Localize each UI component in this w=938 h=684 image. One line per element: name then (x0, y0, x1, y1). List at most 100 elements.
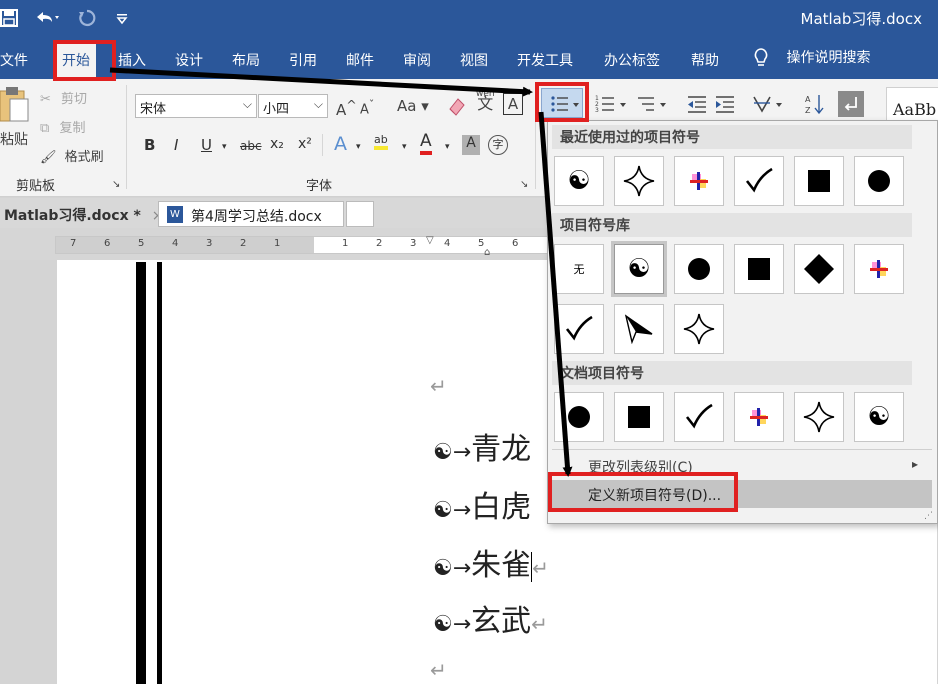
enclose-characters-button[interactable]: 字 (488, 135, 508, 155)
chevron-right-icon: ▸ (911, 457, 918, 471)
bullet-option-color-plus[interactable] (854, 244, 904, 294)
word-doc-icon: W (167, 206, 183, 223)
bullet-option-circle[interactable] (674, 244, 724, 294)
yin-yang-bullet-icon: ☯ (433, 440, 453, 465)
bullet-option-circle[interactable] (854, 156, 904, 206)
subscript-button[interactable]: x₂ (270, 136, 284, 152)
bullet-option-square[interactable] (734, 244, 784, 294)
phonetic-guide-button[interactable]: wén 文 (476, 89, 495, 112)
bullet-option-checkmark[interactable] (554, 304, 604, 354)
tab-developer[interactable]: 开发工具 (517, 50, 573, 70)
tab-references[interactable]: 引用 (289, 50, 317, 70)
tab-layout[interactable]: 布局 (232, 50, 260, 70)
paragraph-mark: ↵ (430, 658, 447, 682)
bullet-option-star[interactable] (794, 392, 844, 442)
format-painter-button[interactable]: 🖌 格式刷 (40, 146, 104, 165)
tab-view[interactable]: 视图 (460, 50, 488, 70)
bullet-option-checkmark[interactable] (674, 392, 724, 442)
chevron-down-icon[interactable]: ▾ (356, 142, 361, 152)
paste-icon[interactable] (0, 87, 30, 129)
tab-office-tab[interactable]: 办公标签 (604, 50, 660, 70)
document-tab-current-label: Matlab习得.docx * (4, 208, 141, 224)
redo-icon[interactable] (78, 9, 96, 31)
chevron-down-icon[interactable]: ▾ (222, 142, 227, 152)
bullet-option-color-plus[interactable] (674, 156, 724, 206)
italic-button[interactable]: I (174, 136, 178, 154)
clear-formatting-icon[interactable] (446, 95, 468, 121)
list-item[interactable]: ☯→青龙 (433, 424, 531, 468)
format-painter-label: 格式刷 (64, 150, 104, 165)
change-case-button[interactable]: Aa ▾ (397, 97, 429, 115)
sort-icon[interactable]: AZ (804, 93, 826, 119)
font-name-select[interactable]: 宋体 ⌵ (135, 94, 257, 118)
dialog-launcher-icon[interactable]: ↘ (112, 179, 120, 190)
chevron-down-icon[interactable]: ▾ (402, 142, 407, 152)
cut-button[interactable]: ✂ 剪切 (40, 88, 87, 107)
chevron-down-icon[interactable]: ▾ (445, 142, 450, 152)
ruler-tick: 7 (70, 238, 77, 249)
lightbulb-icon (752, 47, 770, 69)
list-item[interactable]: ☯→玄武↵ (433, 596, 548, 640)
tab-mailings[interactable]: 邮件 (346, 50, 374, 70)
font-color-button[interactable]: A (420, 131, 432, 155)
hanging-indent-marker[interactable]: ⌂ (484, 247, 490, 258)
first-line-indent-marker[interactable]: ▽ (426, 235, 434, 246)
customize-quick-access-icon[interactable] (116, 9, 128, 31)
document-tab-current[interactable]: Matlab习得.docx * × (0, 201, 163, 227)
copy-button[interactable]: ⧉ 复制 (40, 117, 85, 136)
decrease-indent-icon[interactable] (686, 93, 708, 119)
highlight-box-home-tab (53, 40, 116, 81)
bullet-option-square[interactable] (614, 392, 664, 442)
tab-help[interactable]: 帮助 (691, 50, 719, 70)
paste-button[interactable]: 粘贴 (0, 129, 28, 149)
bullet-option-star[interactable] (614, 156, 664, 206)
bullet-option-checkmark[interactable] (734, 156, 784, 206)
shrink-font-button[interactable]: Aˇ (360, 98, 374, 117)
increase-indent-icon[interactable] (714, 93, 736, 119)
bullet-option-yin-yang[interactable]: ☯ (554, 156, 604, 206)
resize-grip-icon[interactable]: ⋰ (924, 511, 933, 521)
list-item[interactable]: ☯→朱雀↵ (433, 540, 549, 584)
bullet-option-color-plus[interactable] (734, 392, 784, 442)
bullet-option-diamond[interactable] (794, 244, 844, 294)
text-highlight-button[interactable]: ab (374, 133, 388, 150)
character-shading-button[interactable]: A (462, 135, 480, 155)
numbering-icon[interactable]: 123 (594, 93, 628, 119)
document-tab-other[interactable]: W 第4周学习总结.docx (158, 201, 344, 227)
bullet-option-arrowhead[interactable] (614, 304, 664, 354)
bullet-option-none[interactable]: 无 (554, 244, 604, 294)
circle-icon (688, 258, 710, 280)
bullet-option-yin-yang[interactable]: ☯ (854, 392, 904, 442)
undo-icon[interactable] (34, 9, 60, 31)
show-paragraph-marks-icon[interactable] (838, 91, 864, 117)
asian-layout-icon[interactable] (752, 93, 786, 119)
tab-review[interactable]: 审阅 (403, 50, 431, 70)
vertical-bar (157, 262, 162, 684)
superscript-button[interactable]: x² (298, 136, 312, 152)
list-item-text: 朱雀 (471, 548, 532, 583)
dialog-launcher-icon[interactable]: ↘ (520, 179, 528, 190)
font-size-select[interactable]: 小四 ⌵ (258, 94, 328, 118)
new-tab-button[interactable] (346, 201, 374, 227)
svg-text:3: 3 (595, 107, 599, 114)
grow-font-button[interactable]: A^ (336, 97, 357, 119)
ribbon-tabs: 文件 开始 插入 设计 布局 引用 邮件 审阅 视图 开发工具 办公标签 帮助 … (0, 38, 938, 79)
bullet-option-star[interactable] (674, 304, 724, 354)
bullet-option-square[interactable] (794, 156, 844, 206)
strikethrough-button[interactable]: abc (240, 139, 262, 153)
save-icon[interactable] (0, 9, 18, 31)
multilevel-list-icon[interactable] (636, 93, 670, 119)
chevron-down-icon: ⌵ (313, 97, 323, 111)
bullet-option-circle[interactable] (554, 392, 604, 442)
underline-button[interactable]: U (201, 136, 212, 154)
tab-insert[interactable]: 插入 (118, 50, 146, 70)
tab-design[interactable]: 设计 (175, 50, 203, 70)
tell-me-search[interactable]: 操作说明搜索 (752, 47, 870, 69)
text-effects-button[interactable]: A (334, 133, 347, 155)
font-group-label: 字体 (306, 179, 333, 194)
list-item[interactable]: ☯→白虎 (433, 482, 531, 526)
bold-button[interactable]: B (144, 136, 155, 154)
bullet-option-yin-yang-selected[interactable]: ☯ (611, 241, 667, 297)
character-border-button[interactable]: A (503, 93, 523, 115)
tab-file[interactable]: 文件 (0, 50, 28, 70)
